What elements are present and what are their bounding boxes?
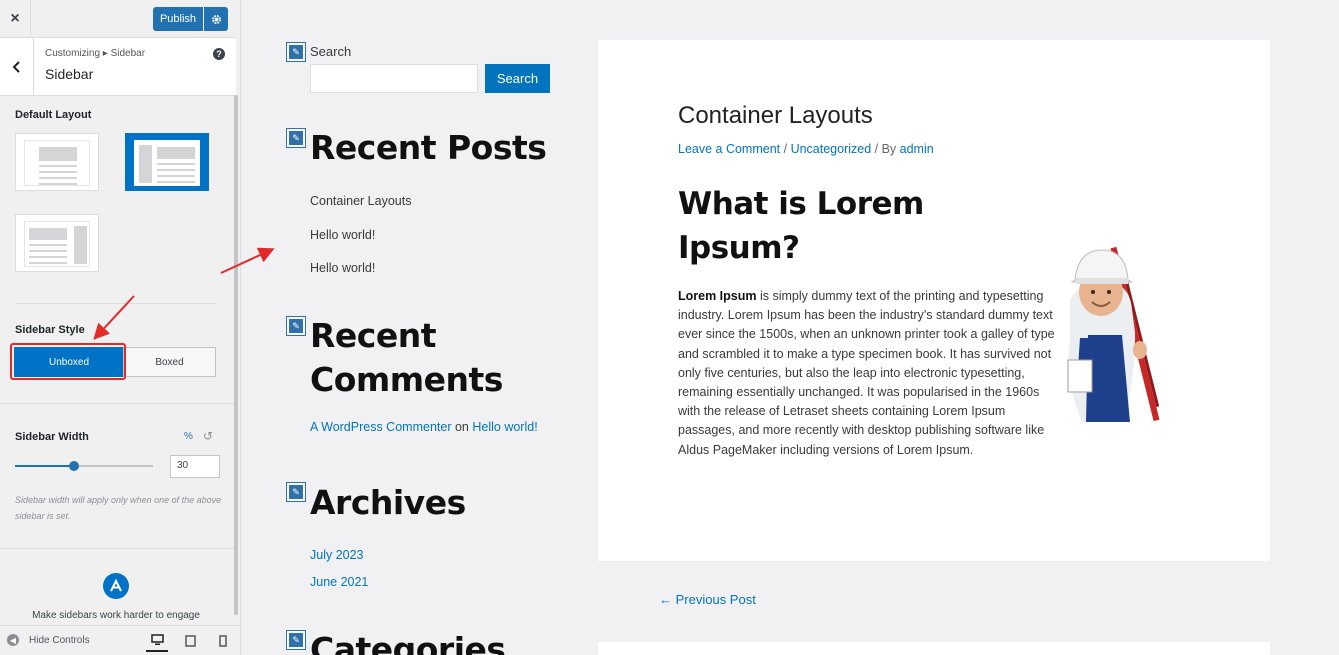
- previous-post-link[interactable]: ← Previous Post: [659, 592, 756, 607]
- close-button[interactable]: ×: [0, 0, 31, 38]
- recent-comment-item: A WordPress Commenter on Hello world!: [310, 420, 550, 434]
- search-button[interactable]: Search: [485, 64, 550, 93]
- publish-settings-button[interactable]: [204, 7, 228, 31]
- post-meta: Leave a Comment / Uncategorized / By adm…: [678, 142, 934, 156]
- leave-comment-link[interactable]: Leave a Comment: [678, 142, 780, 156]
- content-paragraph: Lorem Ipsum is simply dummy text of the …: [678, 287, 1056, 460]
- edit-shortcut-icon[interactable]: ✎: [287, 631, 305, 649]
- slider-fill: [15, 465, 75, 467]
- desktop-icon: [150, 634, 164, 645]
- worker-image: [1067, 246, 1160, 422]
- width-input[interactable]: 30: [170, 455, 220, 478]
- width-help-text: Sidebar width will apply only when one o…: [15, 495, 222, 521]
- divider: [0, 548, 236, 549]
- edit-shortcut-icon[interactable]: ✎: [287, 129, 305, 147]
- hide-controls-label[interactable]: Hide Controls: [29, 635, 90, 646]
- promo-text: Make sidebars work harder to engage: [32, 610, 200, 621]
- divider: [0, 403, 236, 404]
- content-heading: What is Lorem Ipsum?: [678, 186, 924, 266]
- next-article-card: [598, 642, 1270, 655]
- author-link[interactable]: admin: [900, 142, 934, 156]
- post-title[interactable]: Container Layouts: [678, 102, 873, 130]
- back-button[interactable]: [0, 38, 34, 96]
- article-card: Container Layouts Leave a Comment / Unca…: [598, 40, 1270, 561]
- comment-author-link[interactable]: A WordPress Commenter: [310, 420, 451, 434]
- default-layout-label: Default Layout: [15, 109, 92, 121]
- mobile-icon: [219, 635, 227, 647]
- layout-thumb: [134, 140, 200, 186]
- layout-left-sidebar[interactable]: [125, 133, 209, 191]
- content-bold: Lorem Ipsum: [678, 289, 757, 303]
- chevron-left-icon: [12, 61, 20, 73]
- customizer-footer: ◀ Hide Controls: [0, 625, 240, 655]
- edit-shortcut-icon[interactable]: ✎: [287, 317, 305, 335]
- layout-thumb: [24, 140, 90, 186]
- width-slider[interactable]: [15, 461, 153, 471]
- categories-title: Categories: [310, 630, 506, 655]
- tablet-preview-button[interactable]: [179, 630, 201, 652]
- gear-icon: [211, 14, 221, 24]
- slider-handle[interactable]: [69, 461, 80, 471]
- astra-icon: [110, 579, 122, 592]
- archive-link[interactable]: June 2021: [310, 575, 368, 589]
- section-title: Sidebar: [45, 66, 94, 82]
- archives-title: Archives: [310, 483, 466, 522]
- astra-logo: [103, 573, 129, 599]
- archive-link[interactable]: July 2023: [310, 548, 364, 562]
- customizer-header: × Publish: [0, 0, 236, 38]
- customizer-panel: × Publish Customizing ▸ Sidebar Sidebar …: [0, 0, 241, 655]
- panel-scrollbar[interactable]: [234, 95, 238, 615]
- meta-by: / By: [871, 142, 900, 156]
- tablet-icon: [184, 635, 196, 647]
- mobile-preview-button[interactable]: [212, 630, 234, 652]
- help-icon[interactable]: ?: [213, 48, 225, 60]
- comment-on-text: on: [454, 420, 469, 434]
- search-input[interactable]: [310, 64, 478, 93]
- layout-no-sidebar[interactable]: [15, 133, 99, 191]
- sidebar-width-label: Sidebar Width: [15, 431, 89, 443]
- hide-controls-icon[interactable]: ◀: [7, 634, 19, 646]
- publish-button[interactable]: Publish: [153, 7, 203, 31]
- highlight-box: [10, 343, 126, 380]
- divider: [15, 303, 216, 304]
- edit-shortcut-icon[interactable]: ✎: [287, 483, 305, 501]
- recent-post-item[interactable]: Hello world!: [310, 261, 375, 275]
- edit-shortcut-icon[interactable]: ✎: [287, 43, 305, 61]
- content-text: is simply dummy text of the printing and…: [678, 289, 1055, 457]
- close-icon: ×: [10, 10, 20, 27]
- recent-post-item[interactable]: Container Layouts: [310, 194, 411, 208]
- layout-right-sidebar[interactable]: [15, 214, 99, 272]
- style-boxed-button[interactable]: Boxed: [123, 347, 216, 377]
- recent-post-item[interactable]: Hello world!: [310, 228, 375, 242]
- breadcrumb: Customizing ▸ Sidebar: [45, 48, 146, 59]
- layout-thumb: [24, 221, 90, 267]
- desktop-preview-button[interactable]: [146, 630, 168, 652]
- comment-post-link[interactable]: Hello world!: [472, 420, 537, 434]
- category-link[interactable]: Uncategorized: [791, 142, 872, 156]
- meta-separator: /: [780, 142, 791, 156]
- sidebar-style-label: Sidebar Style: [15, 324, 85, 336]
- reset-icon[interactable]: ↺: [203, 429, 213, 443]
- search-widget-label: Search: [310, 44, 352, 59]
- width-unit[interactable]: %: [184, 431, 193, 442]
- recent-comments-title: Recent Comments: [310, 316, 503, 399]
- section-header: Customizing ▸ Sidebar Sidebar ?: [0, 38, 236, 96]
- recent-posts-title: Recent Posts: [310, 128, 547, 167]
